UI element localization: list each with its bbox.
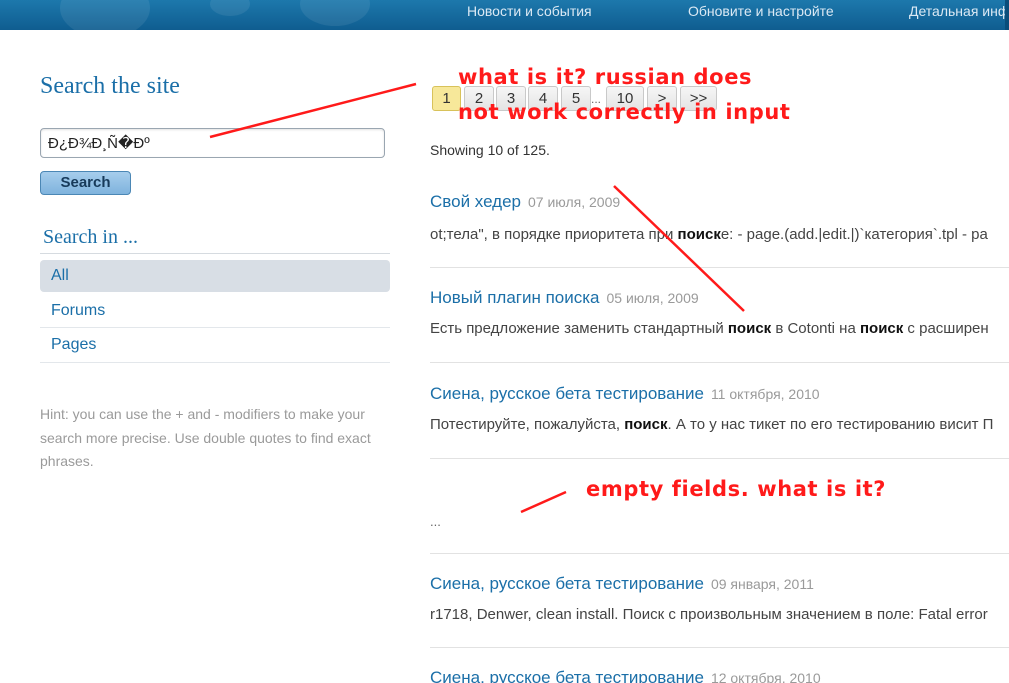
annotation-line-results — [613, 185, 745, 312]
annotation-note-empty: empty fields. what is it? — [586, 477, 887, 501]
page: Новости и события Обновите и настройте Д… — [0, 0, 1009, 683]
annotation-note-input-line2: not work correctly in input — [458, 100, 791, 124]
annotation-note-input-line1: what is it? russian does — [458, 65, 753, 89]
annotation-line-empty — [520, 490, 567, 514]
annotation-line-input — [209, 82, 417, 139]
